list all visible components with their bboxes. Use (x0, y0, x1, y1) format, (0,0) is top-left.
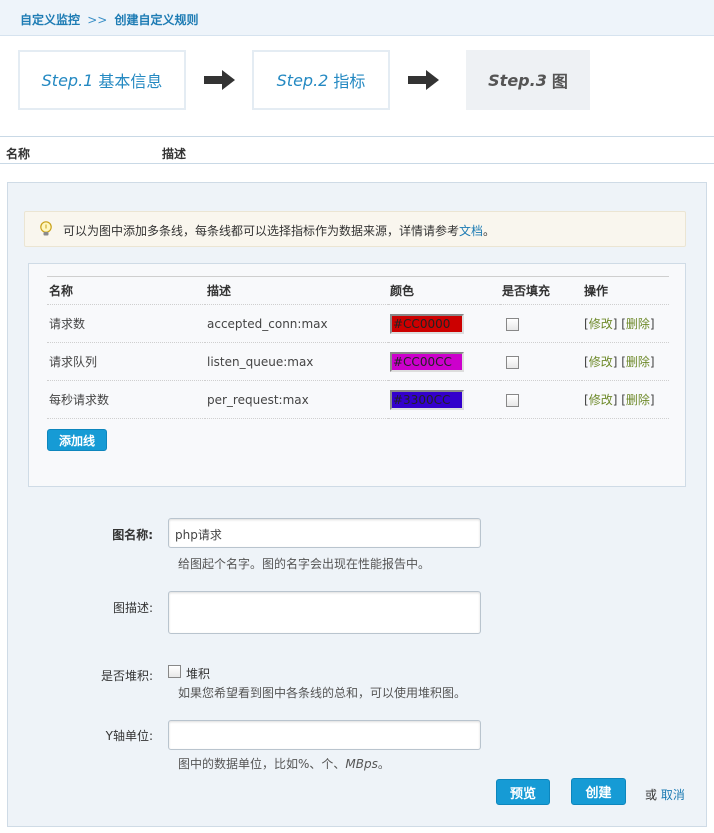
step-3: Step.3 图 (466, 50, 590, 110)
wizard-steps: Step.1 基本信息 Step.2 指标 Step.3 图 (0, 36, 714, 136)
breadcrumb-current: 创建自定义规则 (114, 13, 199, 27)
or-text: 或 取消 (645, 786, 685, 803)
lines-box: 名称 描述 颜色 是否填充 操作 请求数 accepted_conn:max #… (28, 263, 686, 487)
or-label: 或 (645, 788, 658, 802)
col-desc: 描述 (205, 276, 388, 305)
y-unit-hint: 图中的数据单位，比如%、个、MBps。 (178, 755, 390, 772)
edit-link[interactable]: 修改 (589, 393, 613, 407)
line-desc: per_request:max (205, 380, 388, 419)
lines-table: 名称 描述 颜色 是否填充 操作 请求数 accepted_conn:max #… (47, 276, 669, 419)
step-1[interactable]: Step.1 基本信息 (18, 50, 186, 110)
line-name: 每秒请求数 (47, 380, 205, 419)
step-3-prefix: Step.3 (488, 70, 547, 90)
preview-button[interactable]: 预览 (496, 779, 550, 805)
doc-link[interactable]: 文档 (459, 224, 483, 238)
step-3-label: 图 (551, 72, 568, 91)
y-unit-label: Y轴单位: (105, 729, 153, 743)
edit-link[interactable]: 修改 (589, 317, 613, 331)
col-actions: 操作 (582, 276, 669, 305)
delete-link[interactable]: 删除 (626, 317, 650, 331)
list-header-desc: 描述 (162, 147, 187, 161)
list-header: 名称 描述 (0, 136, 714, 164)
breadcrumb-separator: >> (87, 13, 108, 27)
stack-checkbox-label: 堆积 (186, 667, 211, 681)
fill-checkbox[interactable] (506, 317, 519, 331)
stack-hint: 如果您希望看到图中各条线的总和，可以使用堆积图。 (178, 686, 467, 700)
line-name: 请求队列 (47, 342, 205, 381)
arrow-right-icon (408, 70, 439, 90)
step-2-label: 指标 (333, 72, 366, 91)
y-unit-hint-italic: MBps (345, 757, 378, 771)
graph-desc-label: 图描述: (112, 601, 153, 615)
stack-checkbox[interactable] (168, 665, 181, 678)
lightbulb-icon (40, 221, 52, 236)
graph-editor-panel: 可以为图中添加多条线，每条线都可以选择指标作为数据来源，详情请参考文档。 名称 … (7, 182, 707, 827)
step-1-prefix: Step.1 (41, 70, 94, 90)
y-unit-hint-suffix: 。 (377, 757, 390, 771)
step-2[interactable]: Step.2 指标 (252, 50, 390, 110)
edit-link[interactable]: 修改 (589, 355, 613, 369)
step-2-prefix: Step.2 (276, 70, 329, 90)
col-fill: 是否填充 (500, 276, 582, 305)
y-unit-input[interactable] (168, 720, 481, 750)
graph-desc-textarea[interactable] (168, 591, 481, 634)
add-line-button[interactable]: 添加线 (47, 429, 107, 451)
line-desc: listen_queue:max (205, 342, 388, 381)
col-color: 颜色 (388, 276, 500, 305)
y-unit-hint-prefix: 图中的数据单位，比如%、个、 (178, 757, 346, 771)
table-row: 请求队列 listen_queue:max #CC00CC [修改] [删除] (47, 342, 669, 381)
stack-label: 是否堆积: (100, 669, 153, 683)
tip-text: 可以为图中添加多条线，每条线都可以选择指标作为数据来源，详情请参考 (63, 224, 460, 238)
graph-name-hint: 给图起个名字。图的名字会出现在性能报告中。 (178, 557, 431, 571)
cancel-link[interactable]: 取消 (661, 788, 685, 802)
step-1-label: 基本信息 (98, 72, 163, 91)
breadcrumb: 自定义监控 >> 创建自定义规则 (0, 0, 714, 36)
color-swatch[interactable]: #3300CC (390, 389, 464, 410)
color-swatch[interactable]: #CC00CC (390, 351, 464, 372)
breadcrumb-parent[interactable]: 自定义监控 (20, 13, 80, 27)
create-button[interactable]: 创建 (571, 778, 626, 805)
list-header-name: 名称 (6, 147, 31, 161)
fill-checkbox[interactable] (506, 355, 519, 369)
arrow-right-icon (204, 70, 235, 90)
table-row: 请求数 accepted_conn:max #CC0000 [修改] [删除] (47, 304, 669, 343)
tip-box: 可以为图中添加多条线，每条线都可以选择指标作为数据来源，详情请参考文档。 (24, 211, 686, 247)
graph-name-input[interactable]: php请求 (168, 518, 481, 548)
graph-name-label: 图名称: (112, 528, 153, 542)
line-name: 请求数 (47, 304, 205, 343)
col-name: 名称 (47, 276, 205, 305)
lines-table-header: 名称 描述 颜色 是否填充 操作 (47, 276, 669, 305)
line-desc: accepted_conn:max (205, 304, 388, 343)
table-row: 每秒请求数 per_request:max #3300CC [修改] [删除] (47, 380, 669, 419)
delete-link[interactable]: 删除 (626, 355, 650, 369)
tip-end: 。 (483, 224, 496, 238)
delete-link[interactable]: 删除 (626, 393, 650, 407)
fill-checkbox[interactable] (506, 393, 519, 407)
color-swatch[interactable]: #CC0000 (390, 313, 464, 334)
